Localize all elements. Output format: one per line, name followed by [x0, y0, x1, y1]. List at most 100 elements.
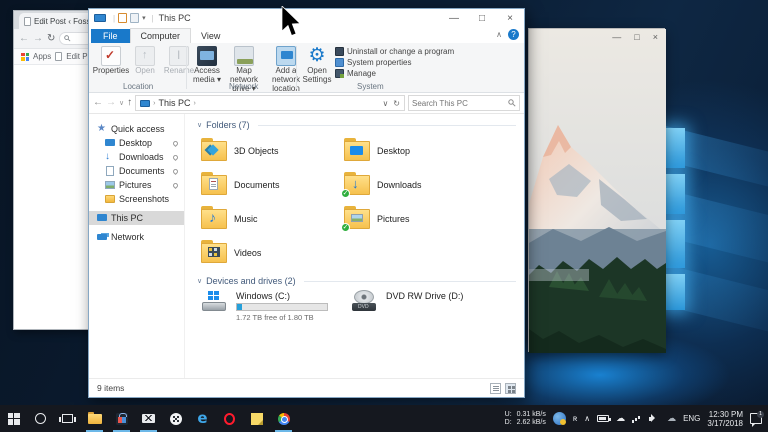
- folder-tile-music[interactable]: ♪ Music: [201, 202, 344, 236]
- file-explorer-taskbar-button[interactable]: [81, 405, 108, 432]
- bookmark-edit-post[interactable]: Edit P: [66, 52, 87, 61]
- cloud-icon[interactable]: ☁: [667, 414, 676, 423]
- folder-tile-3d-objects[interactable]: 3D Objects: [201, 134, 344, 168]
- recent-locations-dropdown-icon[interactable]: ∨: [119, 99, 124, 107]
- maximize-button[interactable]: □: [634, 33, 639, 42]
- drives-group-header[interactable]: ∨ Devices and drives (2): [197, 276, 516, 286]
- sidebar-item-quick-access[interactable]: ★ Quick access: [89, 122, 184, 136]
- tray-r-app-icon[interactable]: ʀ: [573, 414, 577, 423]
- task-view-icon: [62, 414, 73, 423]
- up-button[interactable]: ↑: [127, 98, 132, 108]
- open-button[interactable]: Open: [129, 46, 161, 76]
- thumbnail-view-button[interactable]: [505, 383, 516, 394]
- ribbon-tabs: File Computer View ∧ ?: [89, 27, 524, 43]
- minimize-button[interactable]: —: [440, 9, 468, 27]
- drive-tile-dvd[interactable]: DVD RW Drive (D:): [351, 290, 501, 322]
- back-button[interactable]: ←: [93, 98, 103, 108]
- system-properties-button[interactable]: System properties: [335, 58, 454, 67]
- group-label-location: Location: [123, 82, 153, 91]
- cortana-button[interactable]: [27, 405, 54, 432]
- search-box[interactable]: [408, 95, 520, 111]
- start-button[interactable]: [0, 405, 27, 432]
- address-dropdown-icon[interactable]: ∨: [382, 99, 388, 108]
- sidebar-item-documents[interactable]: Documents: [89, 164, 184, 178]
- task-view-button[interactable]: [54, 405, 81, 432]
- folder-tile-desktop[interactable]: Desktop: [344, 134, 487, 168]
- sidebar-item-network[interactable]: Network: [89, 230, 184, 244]
- sidebar-item-this-pc[interactable]: This PC: [89, 211, 184, 225]
- picture-icon: [351, 214, 363, 222]
- sticky-notes-taskbar-button[interactable]: [243, 405, 270, 432]
- pin-icon: [172, 167, 179, 174]
- search-input[interactable]: [412, 99, 508, 108]
- folders-group-header[interactable]: ∨ Folders (7): [197, 120, 516, 130]
- forward-button[interactable]: →: [106, 98, 116, 108]
- downloads-icon: ↓: [105, 152, 115, 162]
- breadcrumb[interactable]: › This PC › ∨ ↻: [135, 95, 405, 111]
- file-explorer-window[interactable]: | ▾ | This PC — □ × File Computer View ∧…: [88, 8, 525, 398]
- help-icon[interactable]: ?: [508, 29, 519, 40]
- group-label-network: Network: [229, 82, 258, 91]
- edge-icon: e: [197, 411, 207, 426]
- qat-properties-icon[interactable]: [118, 13, 127, 23]
- mountain-photo: [529, 29, 666, 353]
- tab-computer[interactable]: Computer: [130, 28, 192, 43]
- folder-tile-downloads[interactable]: ↓✓ Downloads: [344, 168, 487, 202]
- details-view-button[interactable]: [490, 383, 501, 394]
- close-button[interactable]: ×: [496, 9, 524, 27]
- pin-icon: [172, 139, 179, 146]
- battery-icon[interactable]: [597, 415, 609, 422]
- access-media-button[interactable]: Access media ▾: [191, 46, 223, 85]
- breadcrumb-this-pc[interactable]: This PC: [158, 98, 190, 108]
- action-center-icon[interactable]: 1: [750, 413, 762, 424]
- music-note-icon: ♪: [209, 209, 216, 225]
- sidebar-item-pictures[interactable]: Pictures: [89, 178, 184, 192]
- uninstall-program-button[interactable]: Uninstall or change a program: [335, 47, 454, 56]
- folder-tile-videos[interactable]: Videos: [201, 236, 344, 270]
- properties-button[interactable]: Properties: [95, 46, 127, 76]
- folder-tile-pictures[interactable]: ✓ Pictures: [344, 202, 487, 236]
- collapse-ribbon-icon[interactable]: ∧: [496, 30, 502, 39]
- language-indicator[interactable]: ENG: [683, 414, 700, 423]
- pinned-app-taskbar-button[interactable]: [162, 405, 189, 432]
- qat-new-folder-icon[interactable]: [130, 13, 139, 23]
- tab-file[interactable]: File: [91, 29, 130, 43]
- browser-forward-button[interactable]: →: [33, 34, 43, 44]
- maximize-button[interactable]: □: [468, 9, 496, 27]
- edge-taskbar-button[interactable]: e: [189, 405, 216, 432]
- address-bar: ← → ∨ ↑ › This PC › ∨ ↻: [89, 93, 524, 114]
- photos-window[interactable]: — □ ×: [528, 28, 665, 352]
- sync-check-icon: ✓: [341, 189, 350, 198]
- refresh-icon[interactable]: ↻: [393, 99, 400, 108]
- folder-tile-documents[interactable]: Documents: [201, 168, 344, 202]
- tray-app-icon[interactable]: [553, 412, 566, 425]
- sidebar-item-downloads[interactable]: ↓ Downloads: [89, 150, 184, 164]
- store-icon: [116, 413, 128, 425]
- bookmark-apps[interactable]: Apps: [33, 52, 51, 61]
- clock[interactable]: 12:30 PM 3/17/2018: [707, 410, 743, 428]
- tab-view[interactable]: View: [191, 29, 230, 43]
- drive-tile-c[interactable]: Windows (C:) 1.72 TB free of 1.80 TB: [201, 290, 351, 322]
- minimize-button[interactable]: —: [612, 33, 621, 42]
- chrome-taskbar-button[interactable]: [270, 405, 297, 432]
- network-signal-icon[interactable]: [632, 414, 642, 423]
- mail-taskbar-button[interactable]: [135, 405, 162, 432]
- qat-customize-dropdown-icon[interactable]: ▾: [142, 14, 146, 22]
- open-settings-button[interactable]: ⚙ Open Settings: [301, 46, 333, 85]
- opera-icon: [224, 413, 235, 425]
- sidebar-item-desktop[interactable]: Desktop: [89, 136, 184, 150]
- manage-button[interactable]: Manage: [335, 69, 454, 78]
- apps-grid-icon: [21, 53, 29, 61]
- close-button[interactable]: ×: [653, 33, 658, 42]
- desktop: Edit Post ‹ Fossb ← → ↻ Apps Edit P: [0, 0, 768, 432]
- browser-reload-button[interactable]: ↻: [47, 34, 55, 44]
- volume-icon[interactable]: [649, 414, 660, 423]
- onedrive-cloud-icon[interactable]: ☁: [616, 414, 625, 423]
- opera-taskbar-button[interactable]: [216, 405, 243, 432]
- sidebar-item-screenshots[interactable]: Screenshots: [89, 192, 184, 206]
- browser-back-button[interactable]: ←: [19, 34, 29, 44]
- net-speed-monitor[interactable]: U:0.31 kB/s D:2.62 kB/s: [505, 411, 546, 427]
- store-taskbar-button[interactable]: [108, 405, 135, 432]
- chevron-up-icon[interactable]: ∧: [584, 414, 590, 423]
- dvd-drive-icon: [351, 290, 379, 316]
